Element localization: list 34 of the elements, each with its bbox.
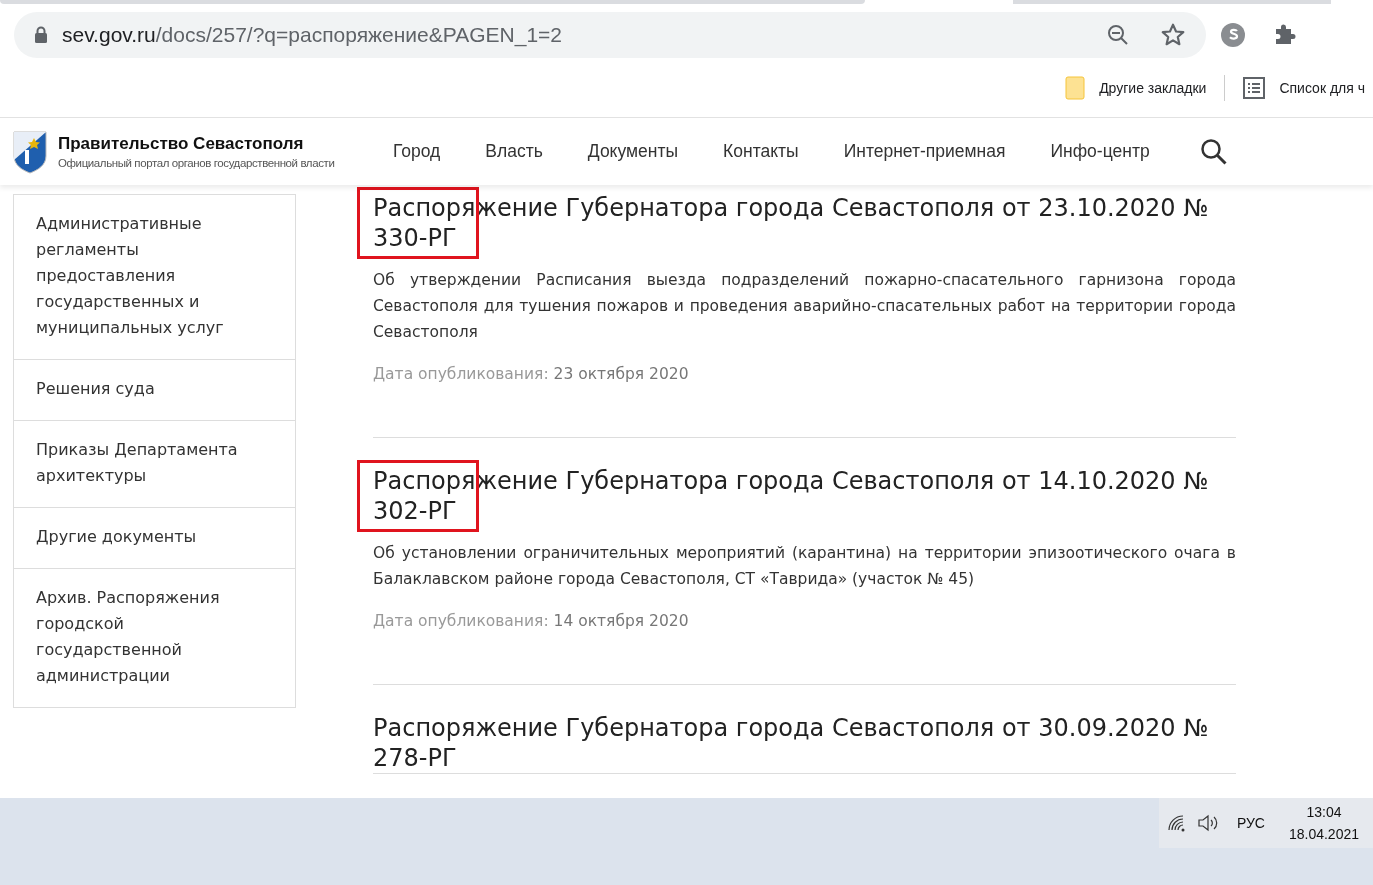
clock-date[interactable]: 18.04.2021: [1288, 826, 1359, 842]
nav-link[interactable]: Интернет-приемная: [843, 141, 1006, 162]
url-text: sev.gov.ru/docs/257/?q=распоряжение&PAGEN_1=2: [62, 22, 563, 47]
publication-date: Дата опубликования: 23 октября 2020: [373, 365, 690, 385]
skype-icon[interactable]: [1220, 21, 1246, 48]
nav-link[interactable]: Инфо-центр: [1050, 141, 1150, 162]
document-description: Об установлении ограничительных мероприятий (карантина) на территории эпизоотического очага в Балаклавском районе города Севастополя, СТ «Таврида» (участок № 45): [373, 543, 1236, 590]
document-description: Об утверждении Расписания выезда подразделений пожарно-спасательного гарнизона города Севастополя для тушения пожаров и проведения аварийно-спасательных работ на территории города Севастополя: [373, 270, 1236, 343]
bookmark-button[interactable]: Другие закладки: [1057, 72, 1215, 105]
nav-link[interactable]: Власть: [485, 141, 543, 162]
folder-icon: [1065, 76, 1086, 101]
clock-time[interactable]: 13:04: [1306, 804, 1342, 820]
list-icon: [1243, 77, 1266, 100]
nav-link[interactable]: Контакты: [723, 141, 799, 162]
sidebar-link[interactable]: Административные регламенты предоставления государственных и муниципальных услуг: [14, 194, 295, 359]
lock-icon: [34, 25, 48, 44]
star-icon[interactable]: [1160, 21, 1186, 48]
wifi-icon[interactable]: [1166, 814, 1187, 832]
site-subtitle: Официальный портал органов государственной власти: [58, 157, 335, 169]
sidebar-link[interactable]: Приказы Департамента архитектуры: [14, 420, 295, 507]
bookmark-button[interactable]: Список для ч: [1235, 73, 1373, 104]
publication-date: Дата опубликования: 14 октября 2020: [373, 612, 690, 632]
site-title: Правительство Севастополя: [58, 134, 305, 154]
document-title-link[interactable]: Распоряжение Губернатора города Севастополя от 30.09.2020 № 278-РГ: [373, 713, 1236, 773]
sidebar-link[interactable]: Решения суда: [14, 359, 295, 420]
search-icon[interactable]: [1199, 137, 1228, 166]
zoom-out-icon[interactable]: [1106, 22, 1130, 47]
address-bar[interactable]: sev.gov.ru/docs/257/?q=распоряжение&PAGEN_1=2: [14, 11, 1206, 58]
sidebar-link[interactable]: Другие документы: [14, 507, 295, 568]
language-indicator[interactable]: РУС: [1236, 815, 1265, 831]
nav-link[interactable]: Документы: [587, 141, 679, 162]
coat-of-arms-icon: [12, 129, 48, 174]
sidebar-link[interactable]: Архив. Распоряжения городской государственной администрации: [14, 568, 295, 707]
nav-link[interactable]: Город: [393, 141, 441, 162]
